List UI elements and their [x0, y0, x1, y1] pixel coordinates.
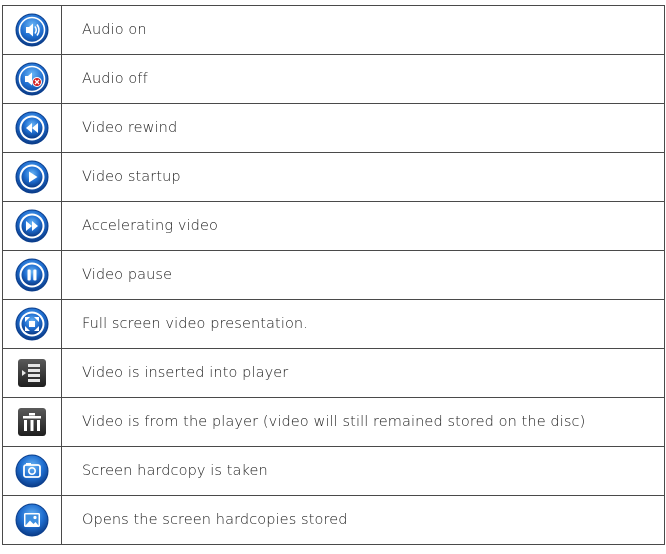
trash-icon [15, 405, 49, 439]
table-row: Audio on [2, 5, 665, 55]
row-label: Full screen video presentation. [61, 299, 665, 349]
row-label: Audio off [61, 54, 665, 104]
row-label: Opens the screen hardcopies stored [61, 495, 665, 545]
row-label: Accelerating video [61, 201, 665, 251]
insert-into-player-icon [15, 356, 49, 390]
table-row: Video is inserted into player [2, 348, 665, 398]
table-row: Opens the screen hardcopies stored [2, 495, 665, 545]
table-row: Accelerating video [2, 201, 665, 251]
table-row: Video is from the player (video will sti… [2, 397, 665, 447]
table-row: Audio off [2, 54, 665, 104]
row-label: Screen hardcopy is taken [61, 446, 665, 496]
row-label: Video is from the player (video will sti… [61, 397, 665, 447]
row-label: Video is inserted into player [61, 348, 665, 398]
video-play-icon [15, 160, 49, 194]
row-label: Video startup [61, 152, 665, 202]
table-row: Video startup [2, 152, 665, 202]
video-rewind-icon [15, 111, 49, 145]
table-row: Video pause [2, 250, 665, 300]
image-gallery-icon [15, 503, 49, 537]
audio-off-icon [15, 62, 49, 96]
table-row: Video rewind [2, 103, 665, 153]
row-label: Audio on [61, 5, 665, 55]
row-label: Video rewind [61, 103, 665, 153]
row-label: Video pause [61, 250, 665, 300]
video-pause-icon [15, 258, 49, 292]
camera-icon [15, 454, 49, 488]
table-row: Screen hardcopy is taken [2, 446, 665, 496]
audio-on-icon [15, 13, 49, 47]
table-row: Full screen video presentation. [2, 299, 665, 349]
icon-legend-table: Audio on Audio off Video rewind Video st… [2, 5, 665, 545]
fullscreen-icon [15, 307, 49, 341]
video-fast-forward-icon [15, 209, 49, 243]
